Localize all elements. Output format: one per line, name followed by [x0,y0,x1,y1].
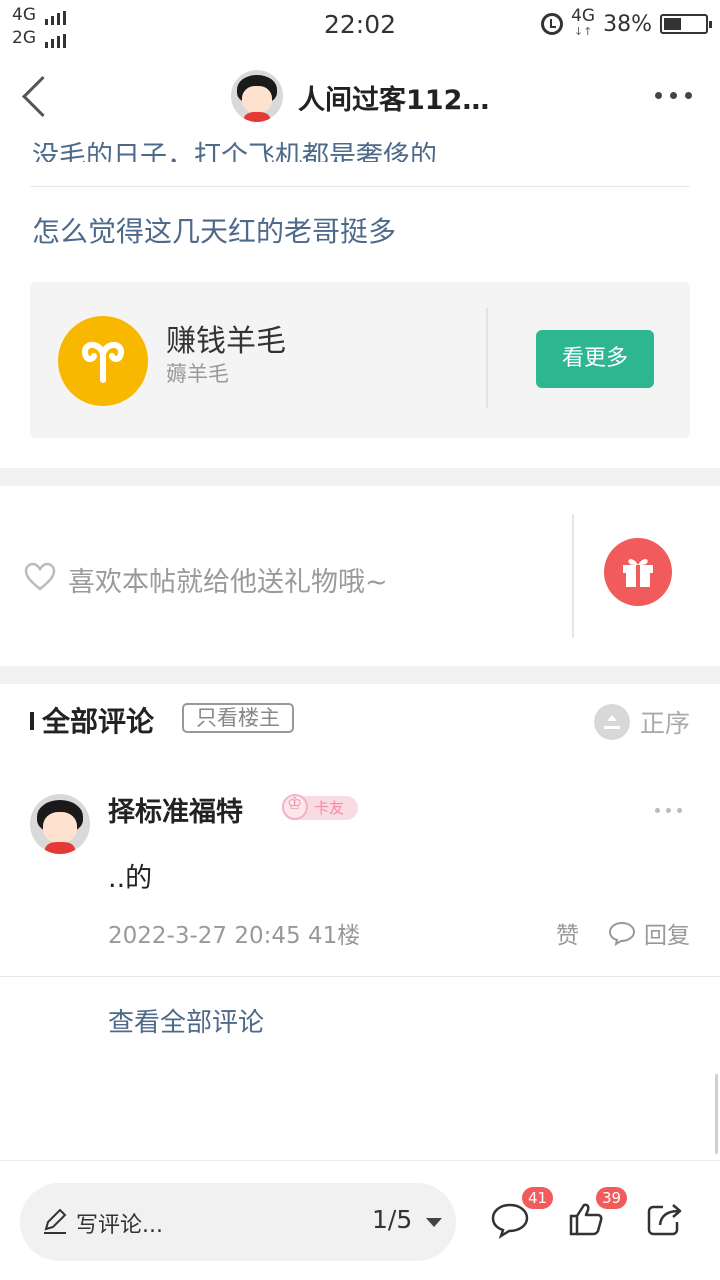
comment-username[interactable]: 择标准福特 [108,790,243,829]
status-bar: 4G 2G 22:02 4G ↓↑ 38% [0,0,720,52]
comment-button[interactable]: 41 [490,1187,554,1243]
write-comment-placeholder: 写评论... [76,1213,163,1238]
section-gap [0,666,720,684]
sort-icon [593,704,630,740]
scrollbar[interactable] [715,1074,718,1154]
network-label: 4G [571,6,596,26]
bottom-bar: 写评论... 1/5 41 39 [0,1160,720,1280]
gift-icon [623,559,653,587]
thumbs-up-icon [569,1203,603,1236]
ad-card[interactable]: 赚钱羊毛 薅羊毛 看更多 [30,282,690,438]
comment-more-icon[interactable] [655,808,682,813]
view-all-comments-link[interactable]: 查看全部评论 [108,1002,264,1039]
back-icon[interactable] [18,76,58,116]
divider [572,514,574,638]
comment-text: ..的 [108,863,153,894]
comment-item: 择标准福特 卡友 ..的 2022-3-27 20:45 41楼 赞 回复 [0,770,720,976]
avatar[interactable] [30,794,90,854]
comments-title: 全部评论 [42,705,155,738]
heart-icon[interactable] [24,562,56,592]
battery-fill [664,18,681,30]
nav-header: 人间过客112… [0,52,720,140]
see-more-button[interactable]: 看更多 [536,330,654,388]
divider [486,308,488,408]
comment-meta: 2022-3-27 20:45 41楼 [108,923,361,949]
page-title[interactable]: 人间过客112… [298,78,489,117]
post-clipped-line: 没毛的日子，打个飞机都是奢侈的 [32,128,437,162]
section-marker [30,712,34,730]
sort-label: 正序 [639,709,690,738]
post-clipped-text: 没毛的日子，打个飞机都是奢侈的 [32,141,437,162]
like-button[interactable]: 赞 [556,916,579,950]
battery-percent: 38% [603,11,652,37]
send-gift-button[interactable] [604,538,672,606]
like-post-button[interactable]: 39 [568,1187,628,1241]
post-text: 怎么觉得这几天红的老哥挺多 [32,215,397,248]
user-level-badge: 卡友 [282,794,358,820]
chevron-down-icon[interactable] [426,1218,442,1227]
divider [0,976,720,977]
share-icon [647,1204,682,1236]
comment-icon [491,1203,529,1239]
gift-prompt: 喜欢本帖就给他送礼物哦~ [68,567,388,598]
divider [30,186,690,187]
crown-icon [282,794,308,820]
avatar[interactable] [231,70,283,122]
ad-name: 赚钱羊毛 [166,324,286,359]
share-button[interactable] [646,1201,684,1241]
network-indicator: 4G ↓↑ [571,8,595,40]
alarm-icon [541,13,564,35]
comment-count-badge: 41 [522,1187,554,1209]
ad-subtitle: 薅羊毛 [166,362,229,386]
page-indicator[interactable]: 1/5 [372,1205,412,1234]
reply-button[interactable]: 回复 [608,916,690,950]
battery-icon [660,14,712,34]
badge-label: 卡友 [314,799,345,817]
write-comment-input[interactable]: 写评论... 1/5 [20,1183,456,1261]
more-icon[interactable] [655,92,692,99]
aries-icon [58,316,148,406]
status-right: 4G ↓↑ 38% [541,8,712,40]
gift-row: 喜欢本帖就给他送礼物哦~ [0,486,720,666]
comment-bubble-icon [608,921,636,946]
like-count-badge: 39 [596,1187,628,1209]
reply-label: 回复 [644,923,690,949]
section-gap [0,468,720,486]
sort-toggle[interactable]: 正序 [593,704,690,740]
only-op-filter-button[interactable]: 只看楼主 [182,703,294,733]
comments-header: 全部评论 只看楼主 正序 [0,684,720,764]
pencil-icon [44,1208,67,1234]
data-arrows-icon: ↓↑ [573,25,593,38]
